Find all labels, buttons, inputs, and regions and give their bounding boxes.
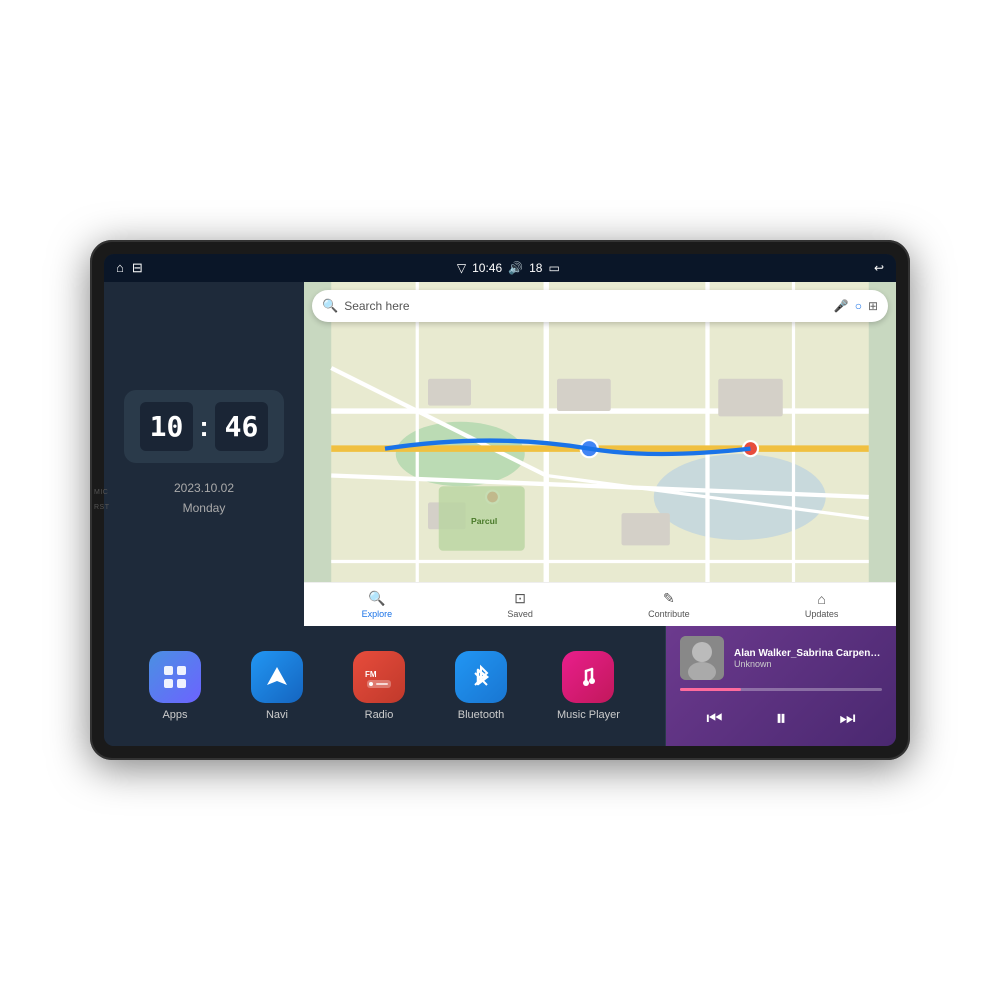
apps-label: Apps xyxy=(162,709,187,721)
music-info: Alan Walker_Sabrina Carpenter_F... Unkno… xyxy=(734,648,882,669)
clock-minute: 46 xyxy=(215,402,269,451)
map-tab-updates[interactable]: ⌂ Updates xyxy=(805,591,839,619)
status-time: 10:46 xyxy=(472,261,502,275)
music-label: Music Player xyxy=(557,709,620,721)
navi-icon-bg xyxy=(251,651,303,703)
map-search-icons: 🎤 ○ ⊞ xyxy=(834,299,878,313)
mic-label: MIC xyxy=(94,489,110,496)
date-value: 2023.10.02 xyxy=(174,479,234,498)
bottom-row: Apps Navi FM xyxy=(104,626,896,746)
svg-text:Parcul: Parcul xyxy=(471,516,497,526)
voice-icon[interactable]: 🎤 xyxy=(834,299,849,313)
status-bar: ⌂ ⊟ ▽ 10:46 🔊 18 ▭ ↩ xyxy=(104,254,896,282)
album-art-face xyxy=(680,636,724,680)
app-item-music[interactable]: Music Player xyxy=(557,651,620,721)
music-album-art xyxy=(680,636,724,680)
prev-button[interactable]: ⏮ xyxy=(698,704,730,733)
music-artist: Unknown xyxy=(734,659,882,669)
music-progress-bar[interactable] xyxy=(680,688,882,691)
play-pause-button[interactable]: ⏸ xyxy=(767,701,794,735)
bt-icon-bg xyxy=(455,651,507,703)
radio-fm-icon: FM xyxy=(363,663,395,691)
music-player: Alan Walker_Sabrina Carpenter_F... Unkno… xyxy=(666,626,896,746)
bluetooth-icon xyxy=(467,663,495,691)
contribute-label: Contribute xyxy=(648,609,690,619)
saved-label: Saved xyxy=(507,609,533,619)
account-icon[interactable]: ○ xyxy=(855,299,862,313)
search-icon: 🔍 xyxy=(322,298,338,314)
top-row: 10 : 46 2023.10.02 Monday xyxy=(104,282,896,626)
apps-icon-bg xyxy=(149,651,201,703)
music-progress-fill xyxy=(680,688,741,691)
music-icon-bg xyxy=(562,651,614,703)
map-icon[interactable]: ⊟ xyxy=(132,260,143,276)
app-item-bluetooth[interactable]: Bluetooth xyxy=(455,651,507,721)
clock-date: 2023.10.02 Monday xyxy=(174,479,234,517)
app-item-apps[interactable]: Apps xyxy=(149,651,201,721)
clock-display: 10 : 46 xyxy=(124,390,285,463)
next-button[interactable]: ⏭ xyxy=(831,704,863,733)
updates-label: Updates xyxy=(805,609,839,619)
svg-text:FM: FM xyxy=(365,670,377,679)
clock-colon: : xyxy=(199,411,208,443)
apps-grid-icon xyxy=(161,663,189,691)
music-title: Alan Walker_Sabrina Carpenter_F... xyxy=(734,648,882,659)
layers-icon[interactable]: ⊞ xyxy=(868,299,878,313)
map-tab-contribute[interactable]: ✎ Contribute xyxy=(648,590,690,619)
status-right: ↩ xyxy=(874,261,884,275)
navi-label: Navi xyxy=(266,709,288,721)
search-placeholder[interactable]: Search here xyxy=(344,299,828,313)
map-svg: Parcul xyxy=(304,282,896,626)
home-icon[interactable]: ⌂ xyxy=(116,260,124,276)
wifi-icon: ▽ xyxy=(457,261,466,275)
radio-icon-bg: FM xyxy=(353,651,405,703)
clock-hour: 10 xyxy=(140,402,194,451)
album-face-svg xyxy=(680,636,724,680)
status-center: ▽ 10:46 🔊 18 ▭ xyxy=(457,261,560,275)
music-controls: ⏮ ⏸ ⏭ xyxy=(680,701,882,735)
clock-widget: 10 : 46 2023.10.02 Monday xyxy=(104,282,304,626)
music-note-icon xyxy=(574,663,602,691)
contribute-icon: ✎ xyxy=(663,590,675,607)
volume-icon: 🔊 xyxy=(508,261,523,275)
app-shortcuts: Apps Navi FM xyxy=(104,626,666,746)
saved-icon: ⊡ xyxy=(514,590,526,607)
explore-icon: 🔍 xyxy=(368,590,385,607)
map-search-bar[interactable]: 🔍 Search here 🎤 ○ ⊞ xyxy=(312,290,888,322)
explore-label: Explore xyxy=(362,609,393,619)
updates-icon: ⌂ xyxy=(817,591,825,607)
map-widget: Parcul 🔍 Search here 🎤 ○ ⊞ xyxy=(304,282,896,626)
status-left: ⌂ ⊟ xyxy=(116,260,143,276)
battery-number: 18 xyxy=(529,261,542,275)
navi-arrow-icon xyxy=(263,663,291,691)
music-top: Alan Walker_Sabrina Carpenter_F... Unkno… xyxy=(680,636,882,680)
rst-label: RST xyxy=(94,504,110,511)
map-bottom-nav: 🔍 Explore ⊡ Saved ✎ Contribute ⌂ xyxy=(304,582,896,626)
radio-label: Radio xyxy=(365,709,394,721)
map-tab-explore[interactable]: 🔍 Explore xyxy=(362,590,393,619)
day-value: Monday xyxy=(174,499,234,518)
car-head-unit: MIC RST ⌂ ⊟ ▽ 10:46 🔊 18 ▭ ↩ xyxy=(90,240,910,760)
bluetooth-label: Bluetooth xyxy=(458,709,504,721)
battery-icon: ▭ xyxy=(548,261,559,275)
side-labels: MIC RST xyxy=(94,489,110,511)
map-tab-saved[interactable]: ⊡ Saved xyxy=(507,590,533,619)
back-icon[interactable]: ↩ xyxy=(874,261,884,275)
screen: ⌂ ⊟ ▽ 10:46 🔊 18 ▭ ↩ 10 xyxy=(104,254,896,746)
app-item-navi[interactable]: Navi xyxy=(251,651,303,721)
app-item-radio[interactable]: FM Radio xyxy=(353,651,405,721)
main-content: 10 : 46 2023.10.02 Monday xyxy=(104,282,896,746)
